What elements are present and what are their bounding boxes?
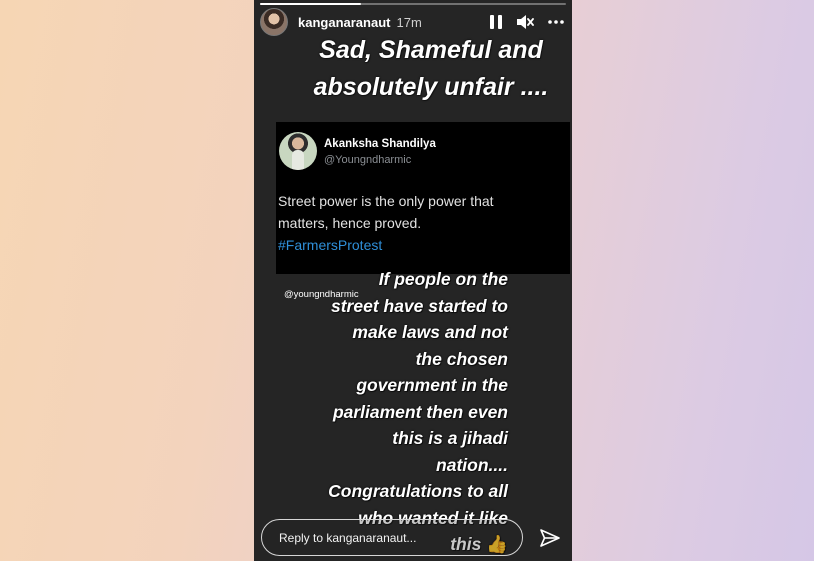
reply-input[interactable]: Reply to kanganaranaut... (261, 519, 523, 556)
caption-line: Congratulations to all (328, 481, 508, 501)
story-viewer[interactable]: kanganaranaut 17m Sad, Shameful and abso… (254, 0, 572, 561)
headline-line: absolutely unfair .... (313, 73, 549, 101)
story-progress-bar (260, 3, 566, 5)
story-headline: Sad, Shameful and absolutely unfair .... (254, 32, 572, 106)
caption-line: If people on the (378, 269, 508, 289)
tweet-author-handle: @Youngndharmic (324, 154, 412, 166)
caption-line: parliament then even (332, 401, 508, 422)
send-icon[interactable] (539, 527, 561, 554)
more-icon[interactable] (548, 20, 564, 24)
caption-line: make laws and not (352, 322, 508, 342)
tweet-avatar (279, 132, 317, 170)
tweet-screenshot: Akanksha Shandilya @Youngndharmic Street… (276, 122, 570, 274)
tweet-body: Street power is the only power that matt… (278, 190, 566, 256)
tweet-hashtag: #FarmersProtest (278, 237, 383, 253)
tweet-body-line: matters, hence proved. (278, 215, 422, 231)
username[interactable]: kanganaranaut (298, 15, 390, 30)
headline-line: Sad, Shameful and (319, 36, 543, 64)
story-progress-fill (260, 3, 361, 5)
caption-line: government in the (356, 375, 508, 395)
caption-line: street have started to (330, 295, 508, 316)
story-caption: If people on the street have started to … (328, 266, 508, 558)
story-controls (490, 14, 564, 30)
caption-line: nation.... (436, 454, 508, 475)
caption-line: the chosen (415, 348, 508, 369)
mute-icon[interactable] (516, 14, 534, 30)
pause-icon[interactable] (490, 15, 502, 29)
tweet-author-name: Akanksha Shandilya (324, 138, 436, 150)
story-time: 17m (396, 14, 422, 30)
reply-placeholder: Reply to kanganaranaut... (279, 530, 417, 545)
tweet-body-line: Street power is the only power that (278, 193, 494, 209)
caption-line: this is a jihadi (392, 428, 508, 448)
